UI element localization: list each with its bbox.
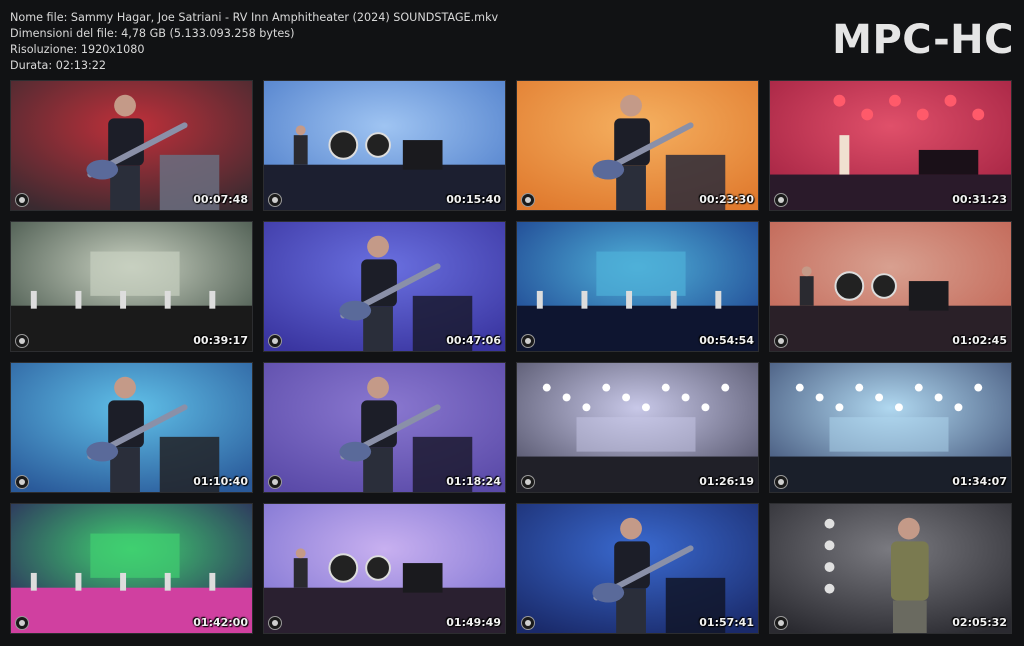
media-player-icon	[521, 334, 535, 348]
thumbnail-frame: 00:07:48	[10, 80, 253, 211]
stage-wide-scene	[11, 504, 252, 633]
thumbnail-timestamp: 00:39:17	[193, 334, 248, 347]
stage-lights-scene	[517, 363, 758, 492]
media-player-icon	[774, 475, 788, 489]
thumbnail-frame: 02:05:32	[769, 503, 1012, 634]
thumbnail-timestamp: 00:07:48	[193, 193, 248, 206]
thumbnail-timestamp: 01:18:24	[446, 475, 501, 488]
stage-wide-scene	[11, 222, 252, 351]
media-player-icon	[521, 616, 535, 630]
guitarist-scene	[264, 222, 505, 351]
media-player-icon	[15, 616, 29, 630]
thumbnail-timestamp: 00:31:23	[952, 193, 1007, 206]
thumbnail-frame: 01:34:07	[769, 362, 1012, 493]
thumbnail-timestamp: 01:34:07	[952, 475, 1007, 488]
media-player-icon	[774, 334, 788, 348]
singer-scene	[770, 504, 1011, 633]
thumbnail-frame: 00:31:23	[769, 80, 1012, 211]
thumbnail-frame: 01:18:24	[263, 362, 506, 493]
media-player-icon	[268, 475, 282, 489]
thumbnail-frame: 01:10:40	[10, 362, 253, 493]
stage-drums-scene	[264, 504, 505, 633]
thumbnail-timestamp: 00:54:54	[699, 334, 754, 347]
media-player-icon	[268, 616, 282, 630]
thumbnail-frame: 00:15:40	[263, 80, 506, 211]
thumbnail-frame: 00:39:17	[10, 221, 253, 352]
thumbnail-timestamp: 01:57:41	[699, 616, 754, 629]
stage-drums-scene	[770, 222, 1011, 351]
guitarist-scene	[11, 81, 252, 210]
thumbnail-frame: 01:42:00	[10, 503, 253, 634]
guitarist-scene	[517, 504, 758, 633]
thumbnail-timestamp: 01:02:45	[952, 334, 1007, 347]
thumbnail-frame: 01:57:41	[516, 503, 759, 634]
media-player-icon	[15, 475, 29, 489]
thumbnail-timestamp: 02:05:32	[952, 616, 1007, 629]
thumbnail-frame: 01:26:19	[516, 362, 759, 493]
guitarist-scene	[264, 363, 505, 492]
media-player-icon	[268, 193, 282, 207]
thumbnail-timestamp: 01:42:00	[193, 616, 248, 629]
thumbnail-frame: 00:54:54	[516, 221, 759, 352]
stage-lights-scene	[770, 363, 1011, 492]
media-player-icon	[521, 193, 535, 207]
guitarist-scene	[11, 363, 252, 492]
media-player-icon	[521, 475, 535, 489]
thumbnail-timestamp: 01:49:49	[446, 616, 501, 629]
thumbnail-timestamp: 00:23:30	[699, 193, 754, 206]
media-player-icon	[774, 616, 788, 630]
guitarist-scene	[517, 81, 758, 210]
thumbnail-grid: 00:07:48 00:15:40 00:23:30 00:31:23 00:39:17…	[0, 0, 1024, 646]
thumbnail-frame: 01:02:45	[769, 221, 1012, 352]
stage-drums-scene	[264, 81, 505, 210]
stage-red-scene	[770, 81, 1011, 210]
media-player-icon	[268, 334, 282, 348]
media-player-icon	[774, 193, 788, 207]
thumbnail-timestamp: 00:47:06	[446, 334, 501, 347]
thumbnail-frame: 00:23:30	[516, 80, 759, 211]
media-player-icon	[15, 334, 29, 348]
thumbnail-frame: 00:47:06	[263, 221, 506, 352]
stage-wide-scene	[517, 222, 758, 351]
media-player-icon	[15, 193, 29, 207]
thumbnail-timestamp: 01:10:40	[193, 475, 248, 488]
thumbnail-frame: 01:49:49	[263, 503, 506, 634]
thumbnail-timestamp: 01:26:19	[699, 475, 754, 488]
thumbnail-timestamp: 00:15:40	[446, 193, 501, 206]
